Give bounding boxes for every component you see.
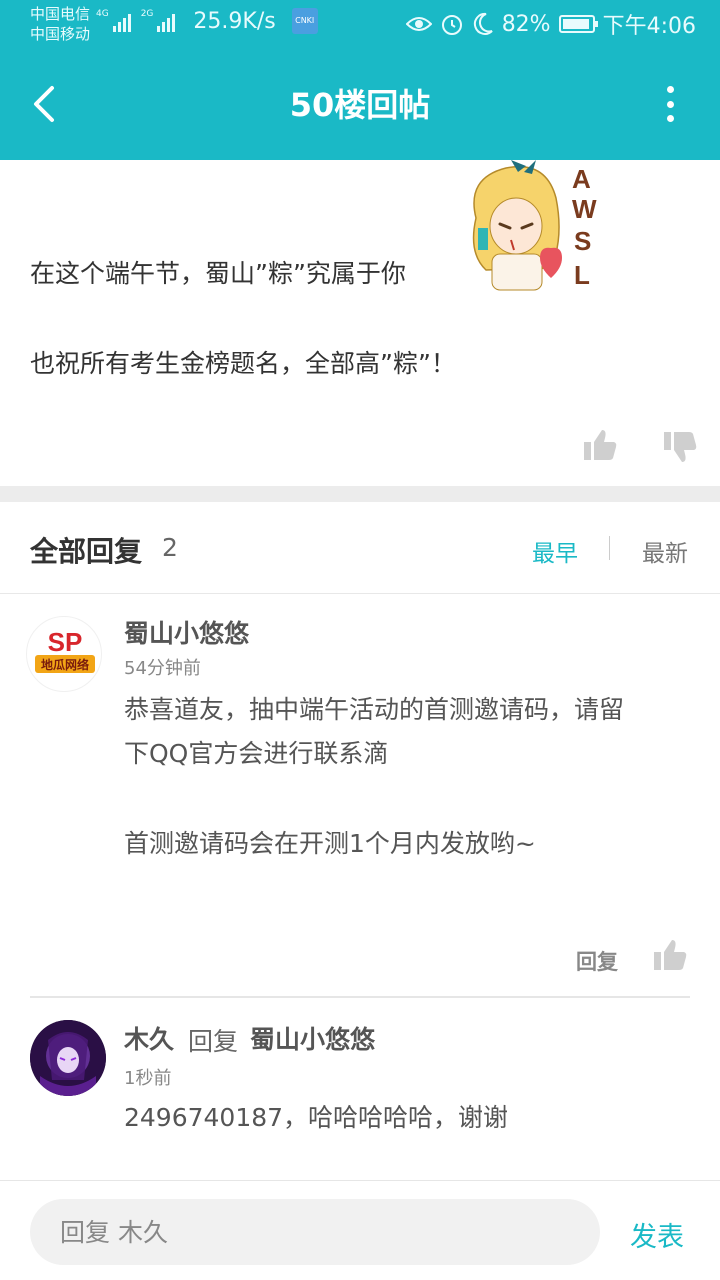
signal-1-icon: 4G	[96, 10, 131, 32]
clock: 下午4:06	[602, 14, 696, 39]
thumbs-down-icon[interactable]	[662, 430, 698, 464]
comment-like-icon[interactable]	[652, 938, 688, 972]
top-bar: 中国电信 中国移动 4G 2G 25.9K/s CNKI 82% 下午4:06 …	[0, 0, 720, 160]
sp-logo-icon: SP 地瓜网络	[35, 627, 95, 673]
battery-icon	[558, 15, 598, 33]
sort-latest-tab[interactable]: 最新	[642, 534, 688, 568]
app-notification-icon: CNKI	[291, 8, 318, 34]
comment-divider	[30, 996, 690, 998]
section-divider	[0, 486, 720, 502]
network-type-1: 4G	[96, 9, 109, 19]
reply-bar: 发表	[0, 1180, 720, 1280]
reply-button[interactable]: 回复	[576, 946, 618, 976]
reply-to-username[interactable]: 蜀山小悠悠	[250, 1020, 375, 1056]
sticker-letter-s: S	[574, 226, 591, 256]
comment-username[interactable]: 蜀山小悠悠	[124, 614, 249, 650]
sort-separator	[609, 536, 610, 560]
purple-character-avatar-icon	[30, 1020, 106, 1096]
replies-count: 2	[162, 533, 178, 562]
comment-text: 2496740187，哈哈哈哈哈，谢谢	[124, 1103, 509, 1132]
signal-2-icon: 2G	[141, 10, 176, 32]
carrier-2: 中国移动	[30, 25, 91, 43]
sp-logo-subtext: 地瓜网络	[41, 657, 89, 672]
reply-input[interactable]	[30, 1199, 600, 1265]
sort-earliest-tab[interactable]: 最早	[532, 534, 578, 568]
comment-text-line-1: 恭喜道友，抽中端午活动的首测邀请码，请留	[124, 695, 625, 724]
page-title: 50楼回帖	[289, 86, 431, 124]
avatar[interactable]: SP 地瓜网络	[26, 616, 102, 692]
alarm-icon	[441, 15, 462, 35]
awsl-sticker-image: A W S L	[472, 160, 597, 291]
eye-icon	[405, 17, 432, 31]
status-right: 82% 下午4:06	[405, 8, 696, 40]
replies-title: 全部回复	[30, 535, 143, 568]
replies-header: 全部回复 2 最早 最新	[0, 502, 720, 594]
comment-time: 1秒前	[124, 1068, 172, 1089]
moon-icon	[473, 12, 493, 35]
network-type-2: 2G	[140, 9, 154, 19]
network-info: 4G 2G 25.9K/s CNKI	[96, 8, 318, 34]
reply-to-word: 回复	[188, 1027, 239, 1056]
carrier-1: 中国电信	[30, 5, 91, 23]
avatar[interactable]	[30, 1020, 106, 1096]
battery-percent: 82%	[501, 11, 551, 37]
post-text-line-2: 也祝所有考生金榜题名，全部高”粽”！	[30, 349, 456, 378]
thumbs-up-icon[interactable]	[582, 428, 618, 462]
comment-time: 54分钟前	[124, 658, 201, 679]
sticker-letter-w: W	[572, 194, 597, 224]
sticker-letter-a: A	[572, 164, 591, 194]
post-text-line-1: 在这个端午节，蜀山”粽”究属于你	[30, 259, 406, 288]
comment-username[interactable]: 木久	[124, 1020, 174, 1056]
send-button[interactable]: 发表	[630, 1215, 684, 1254]
network-speed: 25.9K/s	[193, 8, 276, 34]
carrier-names: 中国电信 中国移动	[30, 4, 90, 44]
comment-text-line-2: 下QQ官方会进行联系滴	[124, 739, 389, 768]
status-bar: 中国电信 中国移动 4G 2G 25.9K/s CNKI 82% 下午4:06	[0, 0, 720, 50]
app-header: 50楼回帖	[0, 50, 720, 160]
sticker-letter-l: L	[574, 260, 590, 290]
comment-text-line-3: 首测邀请码会在开测1个月内发放哟~	[124, 829, 536, 858]
more-menu-icon[interactable]	[664, 86, 676, 122]
sp-logo-text: SP	[48, 627, 83, 657]
